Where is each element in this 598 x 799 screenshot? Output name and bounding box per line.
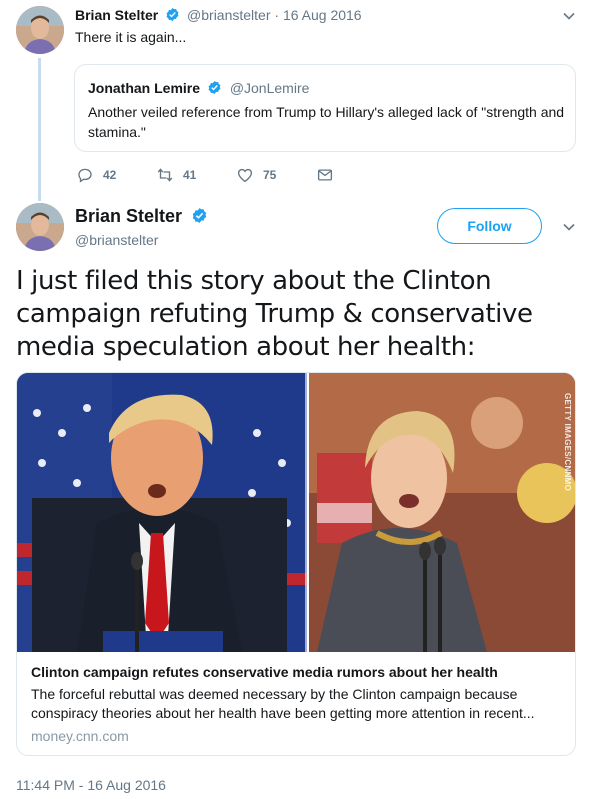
retweet-count: 41 xyxy=(183,168,197,182)
direct-message-icon xyxy=(317,169,333,181)
parent-tweet-text: There it is again... xyxy=(75,29,187,45)
main-author-name-row: Brian Stelter xyxy=(75,206,208,227)
card-title[interactable]: Clinton campaign refutes conservative me… xyxy=(31,664,498,680)
verified-badge-icon xyxy=(166,7,179,22)
reply-button[interactable]: 42 xyxy=(76,166,156,184)
verified-badge-icon xyxy=(208,80,221,95)
retweet-button[interactable]: 41 xyxy=(156,166,236,184)
card-photo xyxy=(17,373,575,652)
direct-message-button[interactable] xyxy=(316,166,343,184)
retweet-icon xyxy=(157,168,173,182)
quoted-tweet[interactable]: Jonathan Lemire @JonLemire Another veile… xyxy=(74,64,576,152)
reply-icon xyxy=(78,168,92,183)
reply-count: 42 xyxy=(103,168,117,182)
card-domain: money.cnn.com xyxy=(31,728,129,744)
parent-avatar[interactable] xyxy=(16,6,64,54)
quoted-tweet-text: Another veiled reference from Trump to H… xyxy=(88,104,565,140)
parent-tweet[interactable]: Brian Stelter @brianstelter · 16 Aug 201… xyxy=(0,0,598,201)
image-credit: GETTY IMAGES/CNNMO xyxy=(563,393,572,492)
follow-button[interactable]: Follow xyxy=(437,208,542,244)
tweet-timestamp[interactable]: 11:44 PM - 16 Aug 2016 xyxy=(16,777,166,793)
like-button[interactable]: 75 xyxy=(236,166,316,184)
card-image[interactable]: GETTY IMAGES/CNNMO xyxy=(17,373,575,652)
verified-badge-icon xyxy=(192,208,207,223)
card-description: The forceful rebuttal was deemed necessa… xyxy=(31,686,535,721)
parent-header: Brian Stelter @brianstelter · 16 Aug 201… xyxy=(75,7,362,23)
quoted-author-handle: @JonLemire xyxy=(229,80,310,96)
like-icon xyxy=(237,168,253,183)
link-card[interactable]: GETTY IMAGES/CNNMO Clinton campaign refu… xyxy=(16,372,576,756)
tweet-actions: 42 41 75 xyxy=(76,165,343,185)
main-avatar[interactable] xyxy=(16,203,64,251)
main-author-name[interactable]: Brian Stelter xyxy=(75,206,182,226)
parent-date[interactable]: 16 Aug 2016 xyxy=(283,7,362,23)
thread-line xyxy=(38,58,41,201)
parent-author-name[interactable]: Brian Stelter xyxy=(75,7,158,23)
quoted-author-name: Jonathan Lemire xyxy=(88,80,201,96)
chevron-down-icon[interactable] xyxy=(562,9,576,23)
main-author-handle[interactable]: @brianstelter xyxy=(75,232,158,248)
like-count: 75 xyxy=(263,168,277,182)
chevron-down-icon[interactable] xyxy=(562,220,576,234)
main-tweet-text: I just filed this story about the Clinto… xyxy=(16,266,533,362)
parent-author-handle[interactable]: @brianstelter xyxy=(187,7,270,23)
